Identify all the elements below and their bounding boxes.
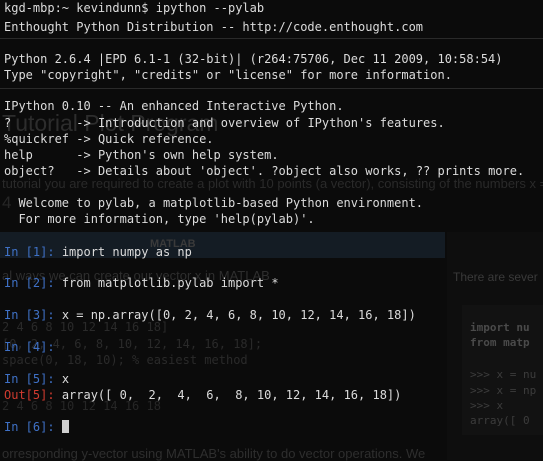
- input-cell: In [3]: x = np.array([0, 2, 4, 6, 8, 10,…: [4, 308, 416, 322]
- in-prompt: In [6]:: [4, 420, 55, 434]
- output-cell: Out[5]: array([ 0, 2, 4, 6, 8, 10, 12, 1…: [4, 388, 401, 402]
- input-cell-active[interactable]: In [6]:: [4, 420, 69, 434]
- help-line: ? -> Introduction and overview of IPytho…: [4, 116, 445, 130]
- help-padding: [55, 164, 77, 178]
- cell-code: x = np.array([0, 2, 4, 6, 8, 10, 12, 14,…: [61, 308, 416, 322]
- cell-code: x: [61, 372, 70, 386]
- help-command: %quickref: [4, 132, 70, 146]
- in-prompt: In [4]:: [4, 340, 55, 354]
- input-cell: In [4]:: [4, 340, 62, 354]
- pylab-welcome-line: Welcome to pylab, a matplotlib-based Pyt…: [4, 196, 424, 210]
- input-cell: In [2]: from matplotlib.pylab import *: [4, 276, 279, 290]
- python-version-line: Python 2.6.4 |EPD 6.1-1 (32-bit)| (r264:…: [4, 52, 503, 66]
- pylab-help-line: For more information, type 'help(pylab)'…: [4, 212, 315, 226]
- help-description: -> Details about 'object'. ?object also …: [76, 164, 525, 178]
- help-padding: [33, 148, 76, 162]
- python-type-hint-line: Type "copyright", "credits" or "license"…: [4, 68, 452, 82]
- help-description: -> Python's own help system.: [76, 148, 279, 162]
- help-command: help: [4, 148, 33, 162]
- help-padding: [11, 116, 76, 130]
- help-description: -> Introduction and overview of IPython'…: [76, 116, 445, 130]
- in-prompt: In [1]:: [4, 245, 55, 259]
- ipython-banner-line: IPython 0.10 -- An enhanced Interactive …: [4, 99, 344, 113]
- distribution-line: Enthought Python Distribution -- http://…: [4, 20, 424, 34]
- divider: [0, 88, 543, 89]
- text-cursor: [61, 420, 69, 433]
- shell-prompt-line: kgd-mbp:~ kevindunn$ ipython --pylab: [4, 1, 265, 15]
- in-prompt: In [3]:: [4, 308, 55, 322]
- terminal-window[interactable]: kgd-mbp:~ kevindunn$ ipython --pylab Ent…: [0, 0, 543, 460]
- help-line: %quickref -> Quick reference.: [4, 132, 214, 146]
- help-description: -> Quick reference.: [76, 132, 214, 146]
- divider: [0, 38, 543, 39]
- help-line: help -> Python's own help system.: [4, 148, 279, 162]
- cell-output: array([ 0, 2, 4, 6, 8, 10, 12, 14, 16, 1…: [61, 388, 402, 402]
- help-line: object? -> Details about 'object'. ?obje…: [4, 164, 524, 178]
- input-cell: In [5]: x: [4, 372, 69, 386]
- cell-code: from matplotlib.pylab import *: [61, 276, 279, 290]
- out-prompt: Out[5]:: [4, 388, 55, 402]
- in-prompt: In [5]:: [4, 372, 55, 386]
- cell-code: import numpy as np: [61, 245, 192, 259]
- in-prompt: In [2]:: [4, 276, 55, 290]
- input-cell: In [1]: import numpy as np: [4, 245, 192, 259]
- help-command: object?: [4, 164, 55, 178]
